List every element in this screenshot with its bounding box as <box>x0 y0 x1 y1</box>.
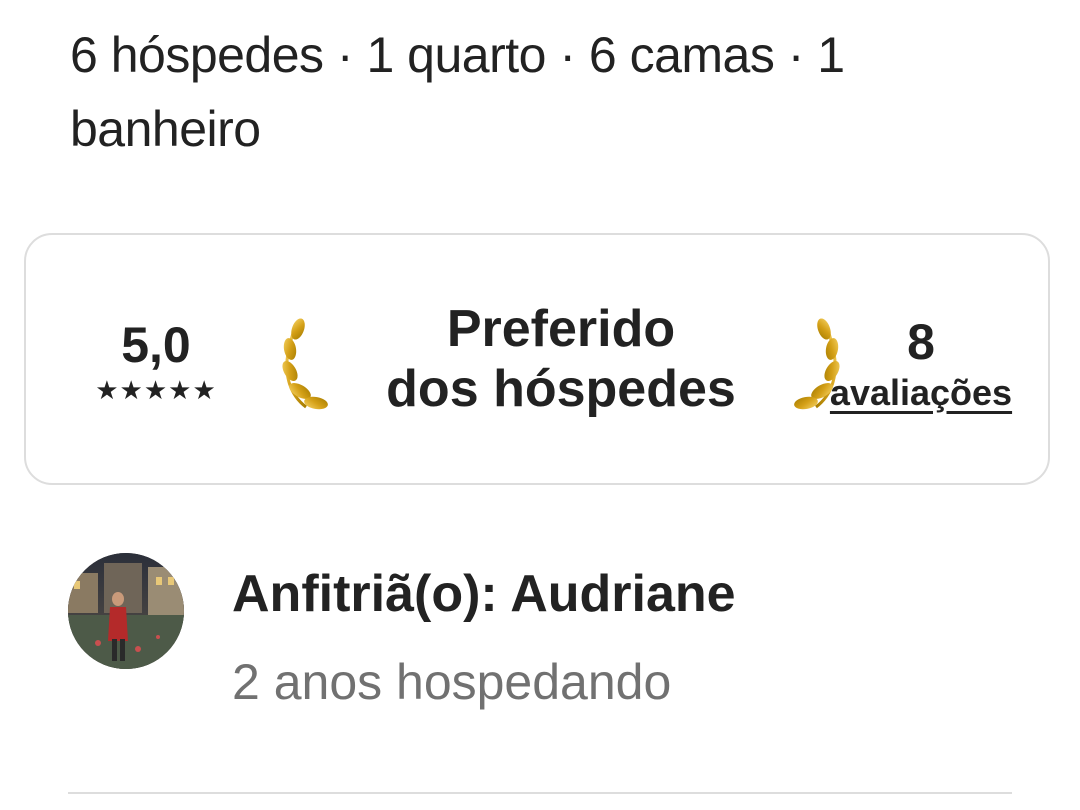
guest-favorite-badge: Preferido dos hóspedes <box>276 295 846 425</box>
guest-favorite-line2: dos hóspedes <box>386 360 736 418</box>
star-rating: ★★★★★ <box>95 375 217 405</box>
rating-block: 5,0 ★★★★★ <box>56 315 256 405</box>
reviews-count: 8 <box>907 314 935 370</box>
laurel-left-icon <box>282 318 328 410</box>
guest-favorite-card[interactable]: 5,0 ★★★★★ Preferido dos hóspedes 8 avali… <box>24 233 1050 485</box>
guest-favorite-line1: Preferido <box>446 300 676 358</box>
listing-page: 6 hóspedes · 1 quarto · 6 camas · 1 banh… <box>0 0 1080 810</box>
listing-summary: 6 hóspedes · 1 quarto · 6 camas · 1 banh… <box>70 27 845 157</box>
host-avatar[interactable] <box>68 553 184 669</box>
host-tenure: 2 anos hospedando <box>232 654 672 710</box>
host-photo-image <box>68 553 184 669</box>
section-divider <box>68 792 1012 794</box>
reviews-block: 8 avaliações <box>816 313 1026 415</box>
reviews-link[interactable]: avaliações <box>830 371 1012 415</box>
rating-value: 5,0 <box>121 317 191 373</box>
host-section[interactable]: Anfitriã(o): Audriane 2 anos hospedando <box>68 553 1028 710</box>
host-name: Anfitriã(o): Audriane <box>232 565 736 623</box>
guest-favorite-label: Preferido dos hóspedes <box>336 299 786 419</box>
